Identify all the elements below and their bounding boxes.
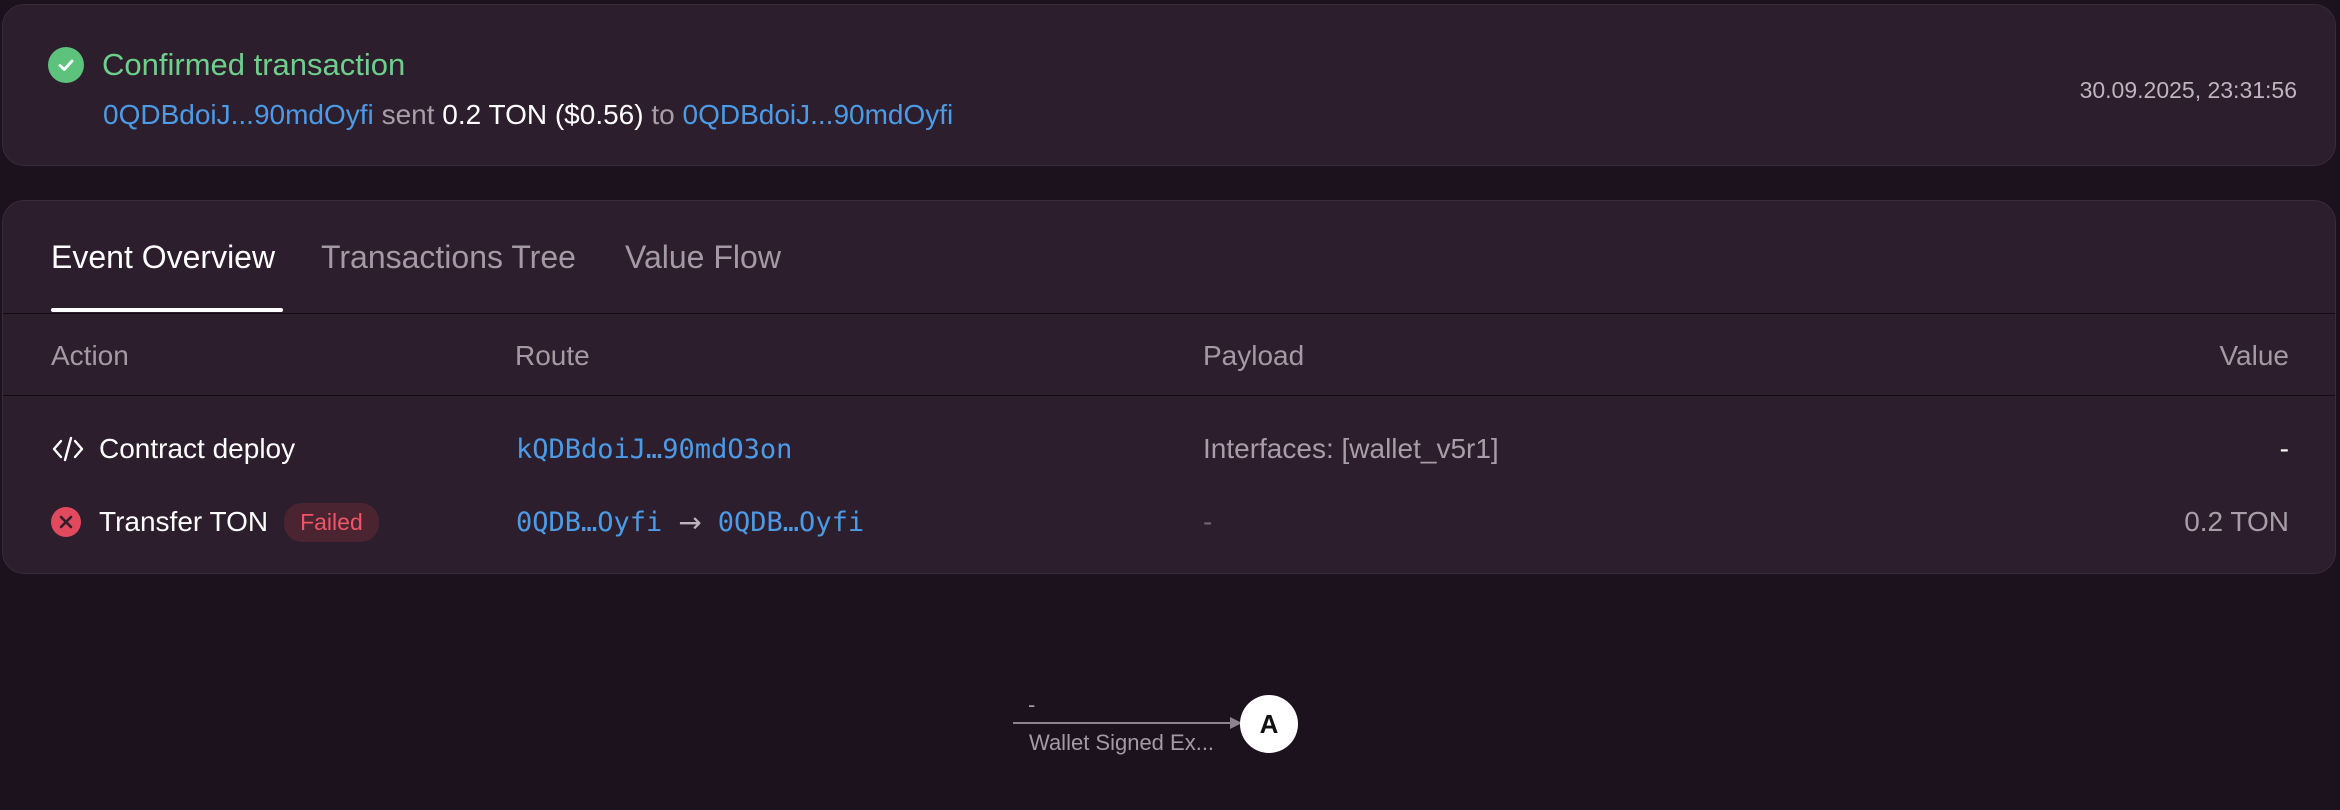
column-header-value: Value: [2219, 340, 2289, 371]
edge-label: Wallet Signed Ex...: [1029, 730, 1215, 755]
graph-edge: [1013, 722, 1235, 724]
table-row: Transfer TON Failed 0QDB…Oyfi → 0QDB…Oyf…: [3, 486, 2335, 558]
action-cell: Transfer TON Failed: [51, 486, 379, 558]
column-header-route: Route: [515, 340, 590, 371]
table-row: Contract deploy kQDBdoiJ…90mdO3on Interf…: [3, 413, 2335, 485]
action-label: Contract deploy: [99, 433, 296, 464]
check-circle-icon: [48, 47, 84, 83]
value-text: 0.2 TON: [2184, 506, 2289, 537]
sent-amount: 0.2 TON ($0.56): [442, 99, 644, 130]
payload-cell: -: [1203, 486, 1212, 558]
event-details-card: Event Overview Transactions Tree Value F…: [2, 200, 2336, 574]
edge-top-label: -: [1028, 692, 1036, 717]
value-cell: 0.2 TON: [2184, 486, 2289, 558]
status-title: Confirmed transaction: [102, 47, 406, 82]
transaction-timestamp: 30.09.2025, 23:31:56: [2079, 77, 2297, 103]
active-tab-indicator: [51, 308, 283, 312]
action-label: Transfer TON: [99, 506, 269, 537]
route-address-link[interactable]: kQDBdoiJ…90mdO3on: [516, 434, 792, 465]
payload-text: Interfaces: [wallet_v5r1]: [1203, 433, 1499, 464]
column-header-payload: Payload: [1203, 340, 1305, 371]
table-header: Action Route Payload Value: [3, 314, 2335, 396]
sender-address-link[interactable]: 0QDBdoiJ...90mdOyfi: [103, 99, 374, 130]
graph-node[interactable]: A: [1240, 695, 1298, 753]
value-cell: -: [2280, 413, 2289, 485]
action-cell: Contract deploy: [51, 413, 295, 485]
payload-text: -: [1203, 506, 1213, 537]
value-text: -: [2279, 433, 2289, 464]
code-icon: [51, 432, 85, 466]
tab-bar: Event Overview Transactions Tree Value F…: [3, 201, 2335, 314]
route-from-link[interactable]: 0QDB…Oyfi: [516, 507, 662, 538]
route-cell: 0QDB…Oyfi → 0QDB…Oyfi: [516, 486, 864, 558]
tab-event-overview[interactable]: Event Overview: [51, 239, 275, 276]
tab-value-flow[interactable]: Value Flow: [625, 239, 781, 276]
sent-word: sent: [381, 99, 435, 130]
to-word: to: [651, 99, 675, 130]
transaction-summary-card: Confirmed transaction 0QDBdoiJ...90mdOyf…: [2, 4, 2336, 166]
arrow-right-icon: →: [678, 505, 702, 539]
payload-cell: Interfaces: [wallet_v5r1]: [1203, 413, 1499, 485]
route-cell: kQDBdoiJ…90mdO3on: [516, 413, 792, 485]
column-header-action: Action: [51, 340, 129, 371]
summary-line: 0QDBdoiJ...90mdOyfi sent 0.2 TON ($0.56)…: [103, 99, 953, 131]
transaction-graph: - Wallet Signed Ex... A: [0, 680, 2340, 810]
route-to-link[interactable]: 0QDB…Oyfi: [718, 507, 864, 538]
recipient-address-link[interactable]: 0QDBdoiJ...90mdOyfi: [683, 99, 954, 130]
error-x-icon: [51, 507, 81, 537]
failed-status-badge: Failed: [284, 502, 379, 542]
tab-transactions-tree[interactable]: Transactions Tree: [321, 239, 576, 276]
status-row: Confirmed transaction: [48, 47, 405, 83]
